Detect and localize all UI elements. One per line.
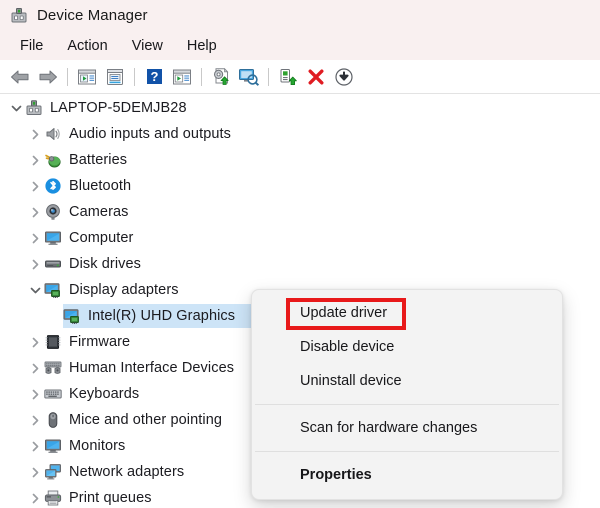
menu-file[interactable]: File (8, 35, 55, 57)
separator-1 (67, 67, 68, 86)
chevron-right-icon[interactable] (27, 459, 44, 485)
chevron-right-icon[interactable] (27, 173, 44, 199)
ctx-scan-for-hardware-changes[interactable]: Scan for hardware changes (252, 411, 562, 445)
scan-hardware-changes-icon[interactable] (235, 64, 263, 90)
svg-text:?: ? (150, 69, 158, 84)
tree-item-label: Cameras (69, 204, 129, 220)
tree-item-label: Print queues (69, 490, 152, 506)
chevron-right-icon[interactable] (27, 225, 44, 251)
firmware-icon (44, 333, 62, 351)
device-manager-icon (10, 7, 28, 25)
ctx-item-label: Disable device (300, 339, 395, 355)
chevron-right-icon[interactable] (27, 147, 44, 173)
printer-icon (44, 489, 62, 507)
chevron-right-icon[interactable] (27, 355, 44, 381)
show-hide-console-tree-icon[interactable] (73, 64, 101, 90)
tree-item-bluetooth[interactable]: Bluetooth (0, 173, 600, 199)
tree-item-label: Audio inputs and outputs (69, 126, 232, 142)
chevron-right-icon[interactable] (27, 121, 44, 147)
tree-item-label: Bluetooth (69, 178, 132, 194)
menu-help[interactable]: Help (175, 35, 229, 57)
tree-item-batteries[interactable]: Batteries (0, 147, 600, 173)
tree-item-label: Keyboards (69, 386, 140, 402)
ctx-disable-device[interactable]: Disable device (252, 330, 562, 364)
help-icon[interactable]: ? (140, 64, 168, 90)
chevron-down-icon[interactable] (8, 95, 25, 121)
disk-drive-icon (44, 255, 62, 273)
ctx-item-label: Update driver (300, 305, 388, 321)
chevron-right-icon[interactable] (27, 329, 44, 355)
separator-3 (201, 67, 202, 86)
menu-bar: File Action View Help (0, 31, 600, 60)
tree-item-disk-drives[interactable]: Disk drives (0, 251, 600, 277)
mouse-icon (44, 411, 62, 429)
tree-item-label: Network adapters (69, 464, 185, 480)
ctx-update-driver[interactable]: Update driver (252, 296, 562, 330)
chevron-right-icon[interactable] (27, 381, 44, 407)
update-driver-icon[interactable] (207, 64, 235, 90)
chevron-right-icon[interactable] (27, 485, 44, 508)
monitor-icon (44, 229, 62, 247)
disable-device-icon[interactable] (330, 64, 358, 90)
tree-item-computer[interactable]: Computer (0, 225, 600, 251)
tree-item-laptop[interactable]: LAPTOP-5DEMJB28 (0, 95, 600, 121)
network-adapter-icon (44, 463, 62, 481)
forward-arrow-icon[interactable] (34, 64, 62, 90)
properties-panel-icon[interactable] (101, 64, 129, 90)
tree-item-label: Mice and other pointing (69, 412, 223, 428)
display-adapter-icon (44, 281, 62, 299)
ctx-properties[interactable]: Properties (252, 458, 562, 492)
tree-item-audio-inputs-and-outputs[interactable]: Audio inputs and outputs (0, 121, 600, 147)
title-bar: Device Manager (0, 0, 600, 31)
menu-action[interactable]: Action (55, 35, 119, 57)
enable-device-icon[interactable] (274, 64, 302, 90)
keyboard-icon (44, 385, 62, 403)
chevron-right-icon[interactable] (27, 199, 44, 225)
show-hide-action-pane-icon[interactable] (168, 64, 196, 90)
tree-item-cameras[interactable]: Cameras (0, 199, 600, 225)
back-arrow-icon[interactable] (6, 64, 34, 90)
ctx-uninstall-device[interactable]: Uninstall device (252, 364, 562, 398)
speaker-icon (44, 125, 62, 143)
camera-icon (44, 203, 62, 221)
chevron-right-icon[interactable] (27, 251, 44, 277)
tree-item-label: Monitors (69, 438, 126, 454)
separator-4 (268, 67, 269, 86)
chevron-right-icon[interactable] (27, 407, 44, 433)
chevron-down-icon[interactable] (27, 277, 44, 303)
ctx-item-label: Uninstall device (300, 373, 402, 389)
context-menu[interactable]: Update driver Disable device Uninstall d… (251, 289, 563, 500)
monitor-icon (44, 437, 62, 455)
device-manager-window: Device Manager File Action View Help ? L… (0, 0, 600, 508)
separator-2 (134, 67, 135, 86)
ctx-item-label: Properties (300, 467, 372, 483)
hid-icon (44, 359, 62, 377)
ctx-separator-1 (255, 404, 559, 405)
tree-item-label: Firmware (69, 334, 131, 350)
computer-node-icon (25, 99, 43, 117)
ctx-item-label: Scan for hardware changes (300, 420, 478, 436)
ctx-separator-2 (255, 451, 559, 452)
menu-view[interactable]: View (120, 35, 175, 57)
page-title: Device Manager (37, 7, 148, 24)
tree-item-label: Display adapters (69, 282, 179, 298)
tree-item-label: Intel(R) UHD Graphics (88, 308, 236, 324)
tree-item-label: Disk drives (69, 256, 141, 272)
tree-item-label: Human Interface Devices (69, 360, 235, 376)
uninstall-device-icon[interactable] (302, 64, 330, 90)
tree-item-label: LAPTOP-5DEMJB28 (50, 100, 187, 116)
bluetooth-icon (44, 177, 62, 195)
display-adapter-icon (63, 307, 81, 325)
chevron-right-icon[interactable] (27, 433, 44, 459)
battery-icon (44, 151, 62, 169)
tree-item-label: Batteries (69, 152, 128, 168)
tree-item-label: Computer (69, 230, 134, 246)
toolbar: ? (0, 60, 600, 94)
